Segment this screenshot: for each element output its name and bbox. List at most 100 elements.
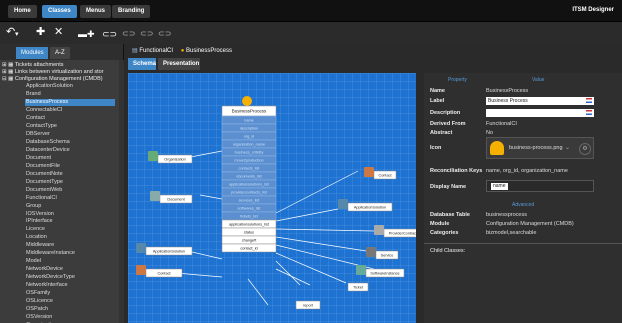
- breadcrumb: ▤ FunctionalCI ● BusinessProcess: [132, 46, 232, 56]
- breadcrumb-parent[interactable]: FunctionalCI: [139, 48, 173, 54]
- attribute-label: name: [244, 119, 254, 123]
- tree-item[interactable]: DocumentFile: [26, 163, 60, 170]
- tree-item[interactable]: Brand: [26, 91, 41, 98]
- top-menu-bar: Home Classes Menus Branding ITSM Designe…: [0, 0, 622, 22]
- tree-item[interactable]: Model: [26, 258, 41, 265]
- tree-item[interactable]: OSVersion: [26, 314, 52, 321]
- tree-item[interactable]: IPInterface: [26, 218, 53, 225]
- class-box-title: BusinessProcess: [232, 109, 267, 114]
- node-label: Contact: [378, 174, 392, 178]
- tree-item[interactable]: IOSVersion: [26, 211, 54, 218]
- attribute-label: changeft: [242, 239, 258, 243]
- derived-from-label: Derived From: [430, 121, 466, 127]
- relation-icon[interactable]: ⊂⊃: [158, 28, 171, 40]
- flag-icon[interactable]: [586, 110, 592, 115]
- tree-item[interactable]: NetworkDeviceType: [26, 274, 75, 281]
- folder-icon[interactable]: ⊞ ▦: [2, 69, 15, 75]
- chevron-down-icon[interactable]: ▾: [15, 29, 19, 41]
- undo-icon[interactable]: ↶: [6, 26, 15, 38]
- chevron-down-icon[interactable]: ⌄: [565, 144, 570, 151]
- tab-presentation[interactable]: Presentation: [158, 58, 200, 70]
- display-name-field[interactable]: name: [486, 180, 594, 192]
- module-value: Configuration Management (CMDB): [486, 221, 574, 227]
- icon-selector[interactable]: business-process.png ⌄ ⚙: [486, 137, 594, 159]
- property-header: Property: [448, 77, 467, 83]
- tree-item[interactable]: DocumentType: [26, 179, 63, 186]
- tree-item[interactable]: Document: [26, 155, 51, 162]
- flag-icon[interactable]: [586, 98, 592, 103]
- tree-item[interactable]: ConnectableCI: [26, 107, 62, 114]
- menu-classes[interactable]: Classes: [42, 5, 77, 18]
- tree-root-label: Configuration Management (CMDB): [14, 76, 103, 83]
- attribute-label: applicationsolutions_list: [229, 223, 270, 227]
- tree-item[interactable]: NetworkDevice: [26, 266, 63, 273]
- tab-modules[interactable]: Modules: [16, 47, 48, 59]
- class-icon: ▤: [132, 48, 138, 54]
- tab-schema[interactable]: Schema: [128, 58, 156, 70]
- menu-menus[interactable]: Menus: [80, 5, 112, 18]
- menu-branding[interactable]: Branding: [112, 5, 151, 18]
- description-field[interactable]: [486, 109, 594, 117]
- tree-root-label: Links between virtualization and stor: [14, 69, 104, 76]
- menu-home[interactable]: Home: [8, 5, 37, 18]
- child-classes-label: Child Classes:: [430, 248, 466, 254]
- attribute-label: services_list: [239, 199, 261, 203]
- tree-item[interactable]: Middleware: [26, 242, 54, 249]
- tree-item[interactable]: FunctionalCI: [26, 195, 57, 202]
- description-label: Description: [430, 110, 461, 116]
- value-header: Value: [532, 77, 545, 83]
- class-icon: [136, 243, 146, 253]
- child-classes-section: Child Classes:: [424, 243, 622, 295]
- tree-item[interactable]: OSFamily: [26, 290, 50, 297]
- tree-item[interactable]: DBServer: [26, 131, 50, 138]
- node-label: Ticket: [353, 286, 364, 290]
- display-name-chip[interactable]: name: [491, 183, 508, 190]
- relation-icon[interactable]: ⊂⊃: [140, 28, 153, 40]
- label-field[interactable]: Business Process: [486, 97, 594, 105]
- attribute-label: softwares_list: [237, 207, 261, 211]
- tree-item[interactable]: OSLicence: [26, 298, 53, 305]
- node-label: report: [303, 304, 314, 308]
- tree-item[interactable]: Licence: [26, 226, 45, 233]
- tree-item[interactable]: DatabaseSchema: [26, 139, 70, 146]
- delete-icon[interactable]: ✕: [54, 26, 63, 38]
- add-icon[interactable]: ✚: [36, 26, 45, 38]
- tree-item[interactable]: NetworkInterface: [26, 282, 68, 289]
- tree-item[interactable]: DatacenterDevice: [26, 147, 70, 154]
- tree-item[interactable]: OSPatch: [26, 306, 48, 313]
- tree-item[interactable]: Group: [26, 203, 41, 210]
- relation-icon[interactable]: ⊂⊃: [102, 28, 117, 40]
- tree-item[interactable]: Contact: [26, 115, 45, 122]
- class-icon: [366, 247, 376, 257]
- tree-item[interactable]: ContactType: [26, 123, 57, 130]
- add-relation-icon[interactable]: ▬✚: [78, 28, 95, 40]
- helmet-icon: ●: [180, 48, 185, 54]
- tree-item[interactable]: MiddlewareInstance: [26, 250, 75, 257]
- display-name-label: Display Name: [430, 184, 467, 190]
- tree-item[interactable]: DocumentWeb: [26, 187, 62, 194]
- tab-a-z[interactable]: A-Z: [50, 47, 70, 59]
- tree-root-label: Tickets attachments: [14, 62, 64, 68]
- label-field-value: Business Process: [488, 98, 528, 104]
- tree-item[interactable]: ApplicationSolution: [26, 83, 73, 90]
- attribute-label: org_id: [244, 135, 255, 139]
- relation-icon[interactable]: ⊂⊃: [122, 28, 135, 40]
- folder-icon[interactable]: ⊟ ▦: [2, 76, 15, 82]
- categories-label: Categories: [430, 230, 459, 236]
- class-icon: [364, 167, 374, 177]
- tree-root-item[interactable]: ⊟ ▦ Configuration Management (CMDB): [2, 76, 103, 83]
- node-label: ProviderContract: [389, 232, 416, 236]
- tree-item[interactable]: BusinessProcess: [25, 99, 115, 107]
- schema-diagram[interactable]: BusinessProcess name description org_id orga…: [128, 73, 416, 323]
- gear-icon[interactable]: ⚙: [579, 143, 591, 155]
- folder-icon[interactable]: ⊞ ▦: [2, 62, 15, 68]
- label-label: Label: [430, 98, 445, 104]
- class-icon: [356, 265, 366, 275]
- tree-root-item[interactable]: ⊞ ▦ Links between virtualization and sto…: [2, 69, 104, 76]
- helmet-icon: [242, 96, 252, 106]
- tree-item[interactable]: Location: [26, 234, 47, 241]
- abstract-value: No: [486, 130, 494, 136]
- tree-item[interactable]: DocumentNote: [26, 171, 63, 178]
- tree-root-item[interactable]: ⊞ ▦ Tickets attachments: [2, 62, 63, 69]
- icon-label: Icon: [430, 145, 442, 151]
